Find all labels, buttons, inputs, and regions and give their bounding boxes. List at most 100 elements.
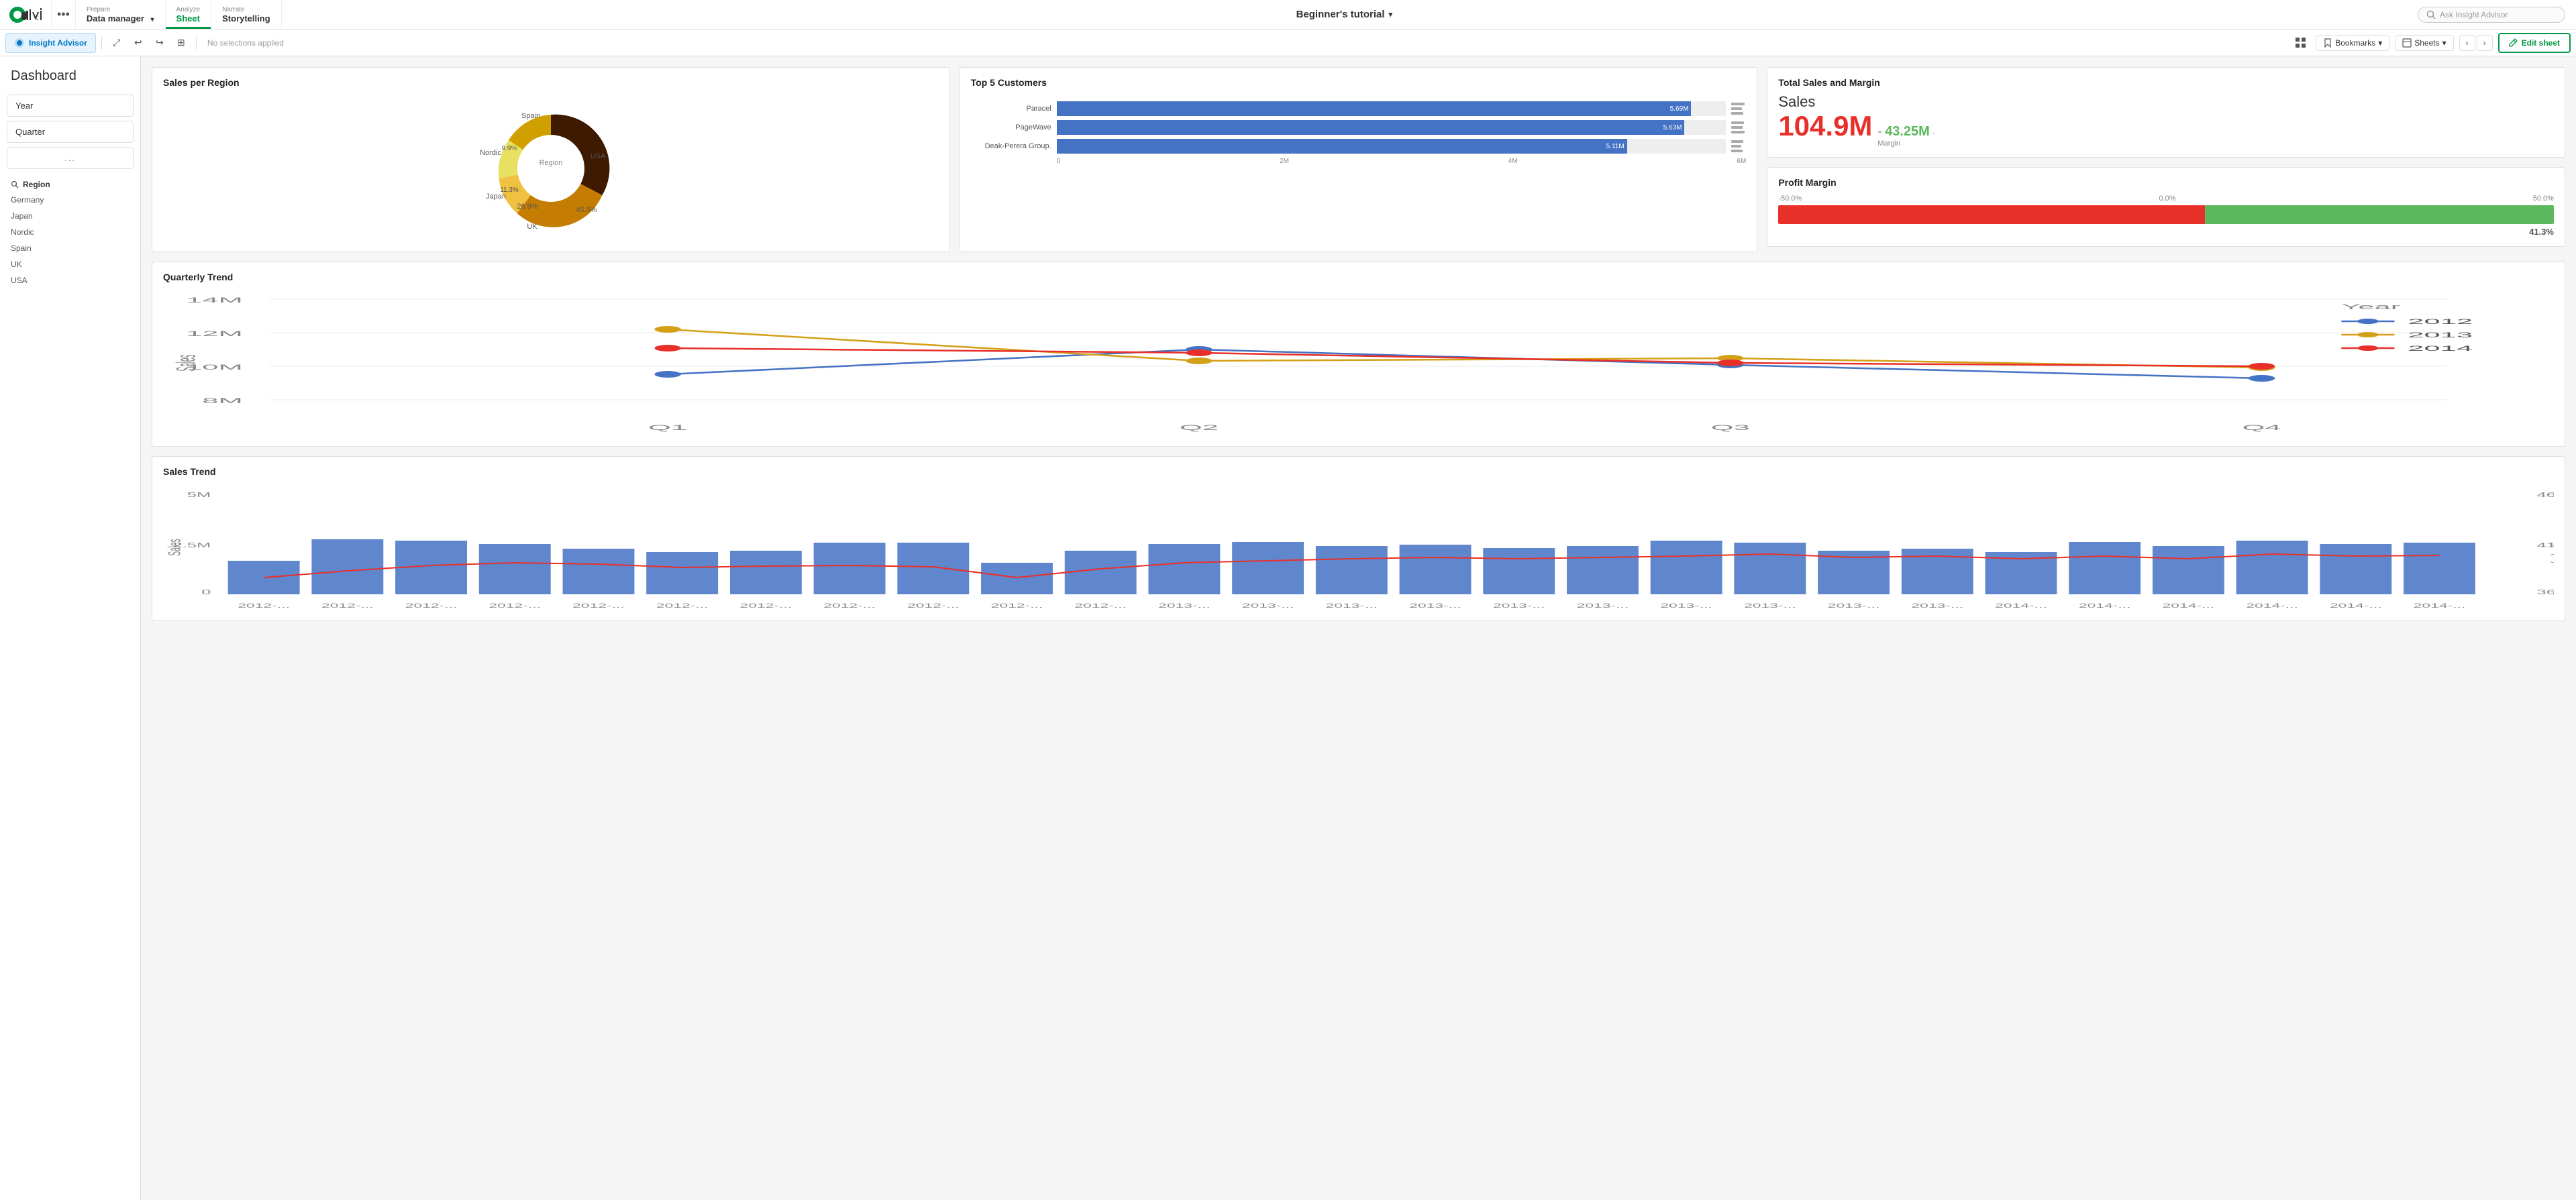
main-layout: Dashboard Year Quarter ... Region German… <box>0 56 2576 1200</box>
svg-text:Year: Year <box>2341 303 2401 311</box>
year-filter[interactable]: Year <box>7 95 134 117</box>
sales-value: 104.9M <box>1778 111 1872 142</box>
svg-text:2014-...: 2014-... <box>2246 602 2298 609</box>
svg-text:2013-...: 2013-... <box>1409 602 1461 609</box>
sidebar: Dashboard Year Quarter ... Region German… <box>0 56 141 1200</box>
sheet-title: Sheet <box>176 13 201 23</box>
svg-text:12M: 12M <box>186 329 243 337</box>
svg-text:45.5%: 45.5% <box>576 206 597 214</box>
next-sheet-button[interactable]: › <box>2477 35 2493 51</box>
margin-value: 43.25M <box>1885 124 1930 140</box>
prev-sheet-button[interactable]: ‹ <box>2459 35 2475 51</box>
bookmarks-button[interactable]: Bookmarks ▾ <box>2316 35 2389 51</box>
total-sales-margin-card: Total Sales and Margin Sales 104.9M - 43… <box>1767 67 2565 158</box>
profit-margin-card: Profit Margin -50.0% 0.0% 50.0% 41.3% <box>1767 167 2565 247</box>
prepare-arrow: ▾ <box>151 16 154 23</box>
svg-text:Sales: Sales <box>166 539 185 555</box>
region-spain[interactable]: Spain <box>0 240 140 256</box>
svg-text:2013-...: 2013-... <box>1660 602 1712 609</box>
svg-text:2012-...: 2012-... <box>740 602 792 609</box>
region-uk[interactable]: UK <box>0 256 140 272</box>
prepare-section[interactable]: Prepare Data manager ▾ <box>76 0 166 29</box>
profit-bar-labels: -50.0% 0.0% 50.0% <box>1778 195 2554 203</box>
qlik-logo[interactable] <box>0 0 52 29</box>
grid-view-button[interactable] <box>2291 34 2310 52</box>
svg-text:11.3%: 11.3% <box>500 186 519 194</box>
region-section: Region <box>0 173 140 192</box>
search-icon <box>2426 10 2436 19</box>
svg-text:26.9%: 26.9% <box>517 203 537 211</box>
bar-track-1: 5.63M <box>1057 120 1727 135</box>
sales-trend-title: Sales Trend <box>163 466 2554 477</box>
svg-text:2012-...: 2012-... <box>405 602 458 609</box>
toolbar: Insight Advisor ⤢ ↩ ↪ ⊞ No selections ap… <box>0 30 2576 56</box>
app-title-caret: ▾ <box>1389 10 1393 19</box>
svg-text:Nordic: Nordic <box>480 149 501 157</box>
grid-icon <box>2295 37 2307 49</box>
sales-trend-card: Sales Trend 5M 2.5M 0 Sales 46 41 36 Mar… <box>152 456 2565 621</box>
region-japan[interactable]: Japan <box>0 208 140 224</box>
svg-text:2014-...: 2014-... <box>2079 602 2131 609</box>
insight-search-box[interactable]: Ask Insight Advisor <box>2418 7 2565 23</box>
svg-text:46: 46 <box>2537 492 2554 499</box>
edit-sheet-button[interactable]: Edit sheet <box>2498 33 2571 53</box>
bookmark-icon <box>2323 38 2332 48</box>
sales-per-region-card: Sales per Region <box>152 67 950 252</box>
bar-axis: 0 2M 4M 6M <box>971 158 1747 165</box>
svg-text:2012-...: 2012-... <box>238 602 290 609</box>
top-customers-title: Top 5 Customers <box>971 77 1747 88</box>
top-customers-card: Top 5 Customers Paracel 5.69M <box>960 67 1758 252</box>
bar-fill-0: 5.69M <box>1057 101 1692 116</box>
redo-button[interactable]: ↪ <box>150 34 169 52</box>
region-list: Germany Japan Nordic Spain UK USA <box>0 192 140 288</box>
app-title[interactable]: Beginner's tutorial ▾ <box>1296 9 1392 20</box>
insight-advisor-button[interactable]: Insight Advisor <box>5 33 96 53</box>
analyze-label: Analyze <box>176 6 201 13</box>
svg-text:2012-...: 2012-... <box>321 602 374 609</box>
sheets-icon <box>2402 38 2412 48</box>
bar-row-paracel: Paracel 5.69M <box>971 101 1747 116</box>
more-filters[interactable]: ... <box>7 147 134 169</box>
region-usa[interactable]: USA <box>0 272 140 288</box>
bar-track-2: 5.11M <box>1057 139 1727 154</box>
region-nordic[interactable]: Nordic <box>0 224 140 240</box>
toolbar-separator-2 <box>196 36 197 50</box>
region-germany[interactable]: Germany <box>0 192 140 208</box>
sheets-caret: ▾ <box>2442 38 2446 48</box>
sales-sublabel: Sales <box>1778 93 2554 111</box>
bar-mini-chart-0 <box>1731 103 1746 115</box>
more-options-button[interactable]: ••• <box>52 0 76 29</box>
svg-text:Q1: Q1 <box>648 423 687 431</box>
prepare-label: Prepare <box>87 6 154 13</box>
quarterly-trend-title: Quarterly Trend <box>163 272 2554 282</box>
svg-text:2013-...: 2013-... <box>1326 602 1378 609</box>
quarter-filter[interactable]: Quarter <box>7 121 134 143</box>
narrate-section[interactable]: Narrate Storytelling <box>211 0 282 29</box>
bar-track-0: 5.69M <box>1057 101 1727 116</box>
undo-button[interactable]: ↩ <box>129 34 148 52</box>
content-area: Sales per Region <box>141 56 2576 1200</box>
donut-chart: Region USA 45.5% UK 26.9% Japan 11.3% No… <box>163 95 939 242</box>
sales-per-region-title: Sales per Region <box>163 77 939 88</box>
svg-text:Region: Region <box>539 159 562 167</box>
bar-mini-chart-2 <box>1731 140 1746 152</box>
app-title-center: Beginner's tutorial ▾ <box>282 0 2407 29</box>
svg-text:UK: UK <box>527 223 537 231</box>
analyze-section[interactable]: Analyze Sheet <box>166 0 212 29</box>
svg-text:Sales: Sales <box>172 354 201 371</box>
customer-name-0: Paracel <box>971 105 1051 113</box>
profit-bar <box>1778 205 2554 224</box>
toolbar-separator-1 <box>101 36 102 50</box>
bar-row-deakperera: Deak-Perera Group. 5.11M <box>971 139 1747 154</box>
bar-value-0: 5.69M <box>1670 105 1689 113</box>
expand-icon-button[interactable]: ⤢ <box>107 34 126 52</box>
bookmarks-caret: ▾ <box>2378 38 2382 48</box>
sheets-button[interactable]: Sheets ▾ <box>2395 35 2453 51</box>
snapshot-button[interactable]: ⊞ <box>172 34 191 52</box>
svg-text:Margin (%): Margin (%) <box>2549 531 2554 564</box>
svg-text:2013-...: 2013-... <box>1828 602 1880 609</box>
svg-text:Q2: Q2 <box>1180 423 1219 431</box>
svg-text:Q3: Q3 <box>1711 423 1750 431</box>
customer-name-1: PageWave <box>971 123 1051 131</box>
svg-text:Spain: Spain <box>521 112 540 120</box>
